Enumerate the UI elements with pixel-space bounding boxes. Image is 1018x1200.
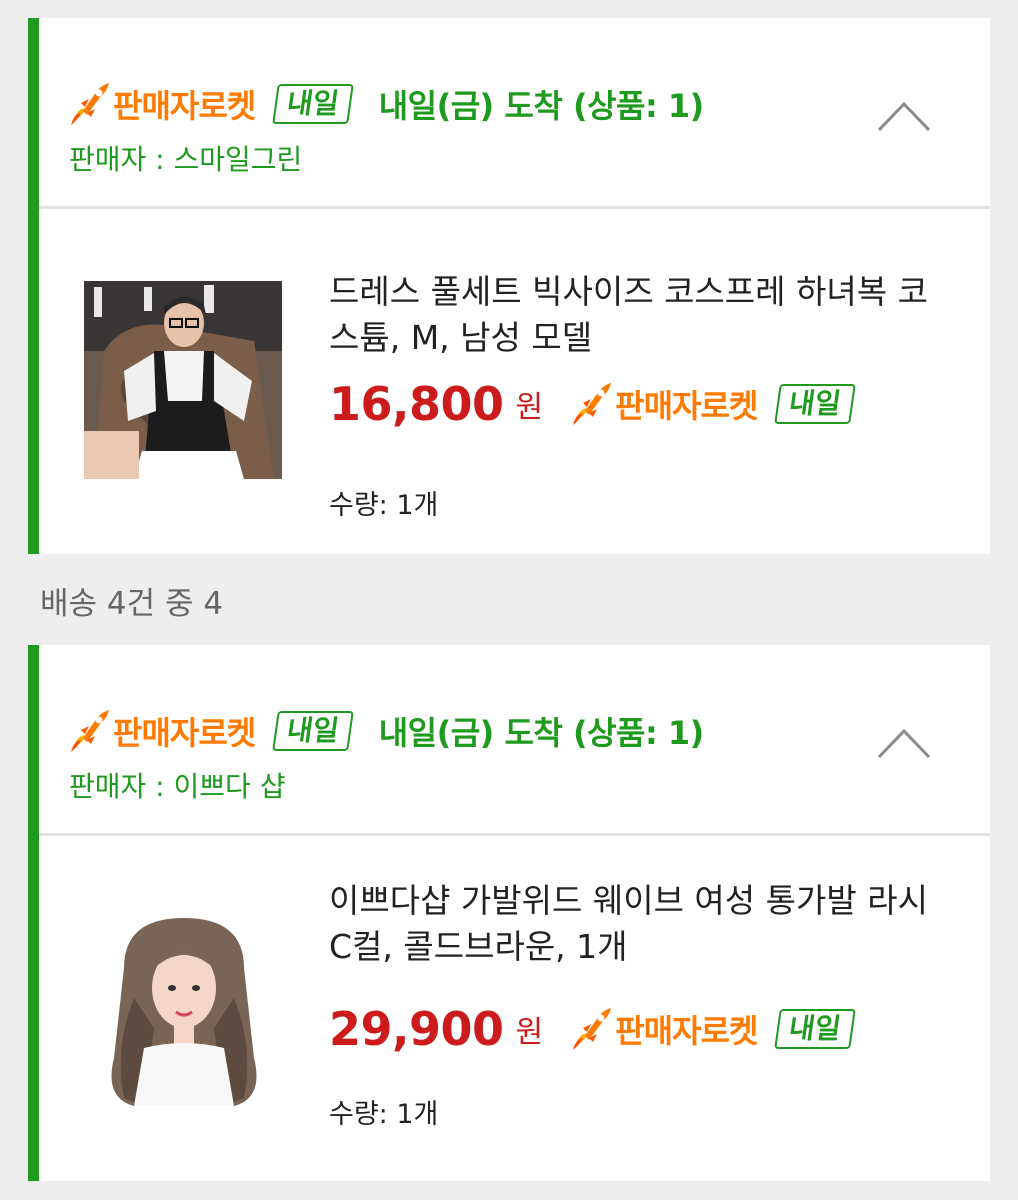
price-row: 29,900 원 판매자로켓 내일 (329, 1002, 856, 1056)
tomorrow-badge: 내일 (774, 384, 856, 424)
rocket-icon (67, 708, 111, 754)
brand-label: 판매자로켓 (615, 387, 758, 425)
seller-name: 판매자 : 스마일그린 (69, 143, 303, 176)
rocket-brand: 판매자로켓 (569, 381, 758, 427)
arrival-text: 내일(금) 도착 (상품: 1) (378, 714, 705, 752)
rocket-brand: 판매자로켓 (569, 1006, 758, 1052)
shipment-card: 판매자로켓 내일 내일(금) 도착 (상품: 1) 판매자 : 이쁘다 샵 이쁘… (28, 645, 990, 1181)
brand-label: 판매자로켓 (615, 1012, 758, 1050)
quantity-text: 수량: 1개 (329, 490, 439, 521)
product-item[interactable]: 드레스 풀세트 빅사이즈 코스프레 하녀복 코스튬, M, 남성 모델 16,8… (39, 209, 990, 554)
tomorrow-badge: 내일 (272, 711, 354, 751)
wavy-wig-photo (84, 908, 282, 1106)
tomorrow-badge: 내일 (774, 1009, 856, 1049)
shipment-header-row: 판매자로켓 내일 내일(금) 도착 (상품: 1) (67, 76, 704, 132)
product-item[interactable]: 이쁘다샵 가발위드 웨이브 여성 통가발 라시 C컬, 콜드브라운, 1개 29… (39, 836, 990, 1181)
seller-name: 판매자 : 이쁘다 샵 (69, 770, 286, 803)
rocket-icon (67, 81, 111, 127)
chevron-up-icon[interactable] (876, 98, 932, 134)
rocket-icon (569, 1006, 613, 1052)
brand-label: 판매자로켓 (113, 87, 256, 125)
rocket-brand: 판매자로켓 (67, 81, 256, 127)
price-unit: 원 (515, 390, 544, 425)
quantity-text: 수량: 1개 (329, 1099, 439, 1130)
maid-costume-photo (84, 281, 282, 479)
price-unit: 원 (515, 1015, 544, 1050)
shipment-header[interactable]: 판매자로켓 내일 내일(금) 도착 (상품: 1) 판매자 : 이쁘다 샵 (39, 645, 990, 836)
product-title[interactable]: 드레스 풀세트 빅사이즈 코스프레 하녀복 코스튬, M, 남성 모델 (329, 269, 949, 361)
product-title[interactable]: 이쁘다샵 가발위드 웨이브 여성 통가발 라시 C컬, 콜드브라운, 1개 (329, 878, 949, 970)
rocket-icon (569, 381, 613, 427)
tomorrow-badge: 내일 (272, 84, 354, 124)
product-image[interactable] (84, 908, 282, 1106)
product-image[interactable] (84, 281, 282, 479)
brand-label: 판매자로켓 (113, 714, 256, 752)
shipment-header[interactable]: 판매자로켓 내일 내일(금) 도착 (상품: 1) 판매자 : 스마일그린 (39, 18, 990, 209)
arrival-text: 내일(금) 도착 (상품: 1) (378, 87, 705, 125)
price-row: 16,800 원 판매자로켓 내일 (329, 377, 856, 431)
rocket-brand: 판매자로켓 (67, 708, 256, 754)
price-value: 29,900 (329, 1002, 504, 1056)
shipment-count-label: 배송 4건 중 4 (40, 586, 224, 622)
shipment-header-row: 판매자로켓 내일 내일(금) 도착 (상품: 1) (67, 703, 704, 759)
price-value: 16,800 (329, 377, 504, 431)
shipment-card: 판매자로켓 내일 내일(금) 도착 (상품: 1) 판매자 : 스마일그린 드레… (28, 18, 990, 554)
chevron-up-icon[interactable] (876, 725, 932, 761)
